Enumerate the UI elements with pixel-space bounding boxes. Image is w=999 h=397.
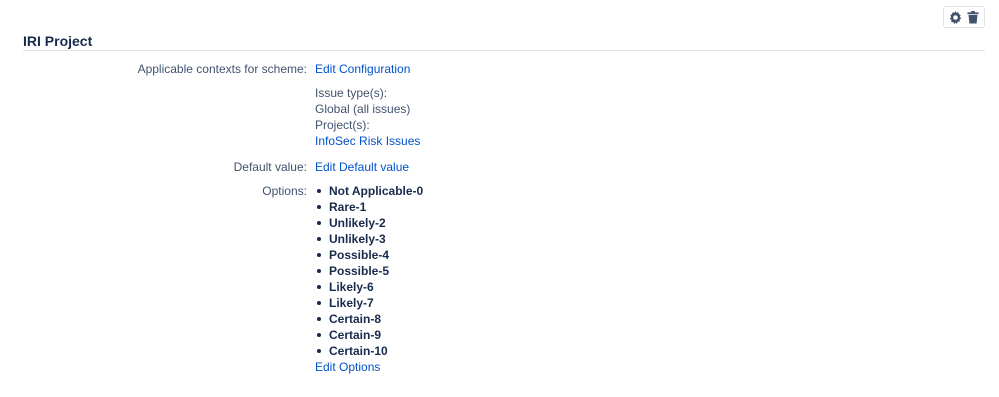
option-item: Likely-6 — [315, 279, 423, 295]
edit-options-link[interactable]: Edit Options — [315, 360, 380, 374]
edit-default-value-link[interactable]: Edit Default value — [315, 160, 409, 174]
option-item: Unlikely-3 — [315, 231, 423, 247]
option-item: Not Applicable-0 — [315, 183, 423, 199]
infosec-risk-issues-link[interactable]: InfoSec Risk Issues — [315, 134, 420, 148]
option-item: Unlikely-2 — [315, 215, 423, 231]
projects-label: Project(s): — [315, 118, 370, 132]
context-actions-toolbar — [943, 6, 985, 28]
trash-icon[interactable] — [966, 10, 980, 24]
option-item: Likely-7 — [315, 295, 423, 311]
option-item: Certain-8 — [315, 311, 423, 327]
options-label: Options: — [262, 184, 307, 198]
contexts-label: Applicable contexts for scheme: — [137, 62, 307, 76]
option-item: Certain-9 — [315, 327, 423, 343]
option-item: Rare-1 — [315, 199, 423, 215]
issue-types-value: Global (all issues) — [315, 102, 411, 116]
page-title: IRI Project — [23, 33, 93, 49]
contexts-value: Edit Configuration — [315, 61, 410, 77]
option-item: Possible-4 — [315, 247, 423, 263]
gear-icon[interactable] — [948, 10, 962, 24]
project-link-container: InfoSec Risk Issues — [315, 133, 420, 149]
options-list: Not Applicable-0 Rare-1 Unlikely-2 Unlik… — [315, 183, 423, 359]
default-value-container: Edit Default value — [315, 159, 409, 175]
option-item: Possible-5 — [315, 263, 423, 279]
options-value: Not Applicable-0 Rare-1 Unlikely-2 Unlik… — [315, 183, 423, 375]
edit-configuration-link[interactable]: Edit Configuration — [315, 62, 410, 76]
page-header: IRI Project — [23, 33, 985, 51]
option-item: Certain-10 — [315, 343, 423, 359]
default-value-label: Default value: — [233, 160, 307, 174]
issue-types-label: Issue type(s): — [315, 86, 388, 100]
custom-field-context-page: IRI Project Applicable contexts for sche… — [0, 0, 999, 397]
